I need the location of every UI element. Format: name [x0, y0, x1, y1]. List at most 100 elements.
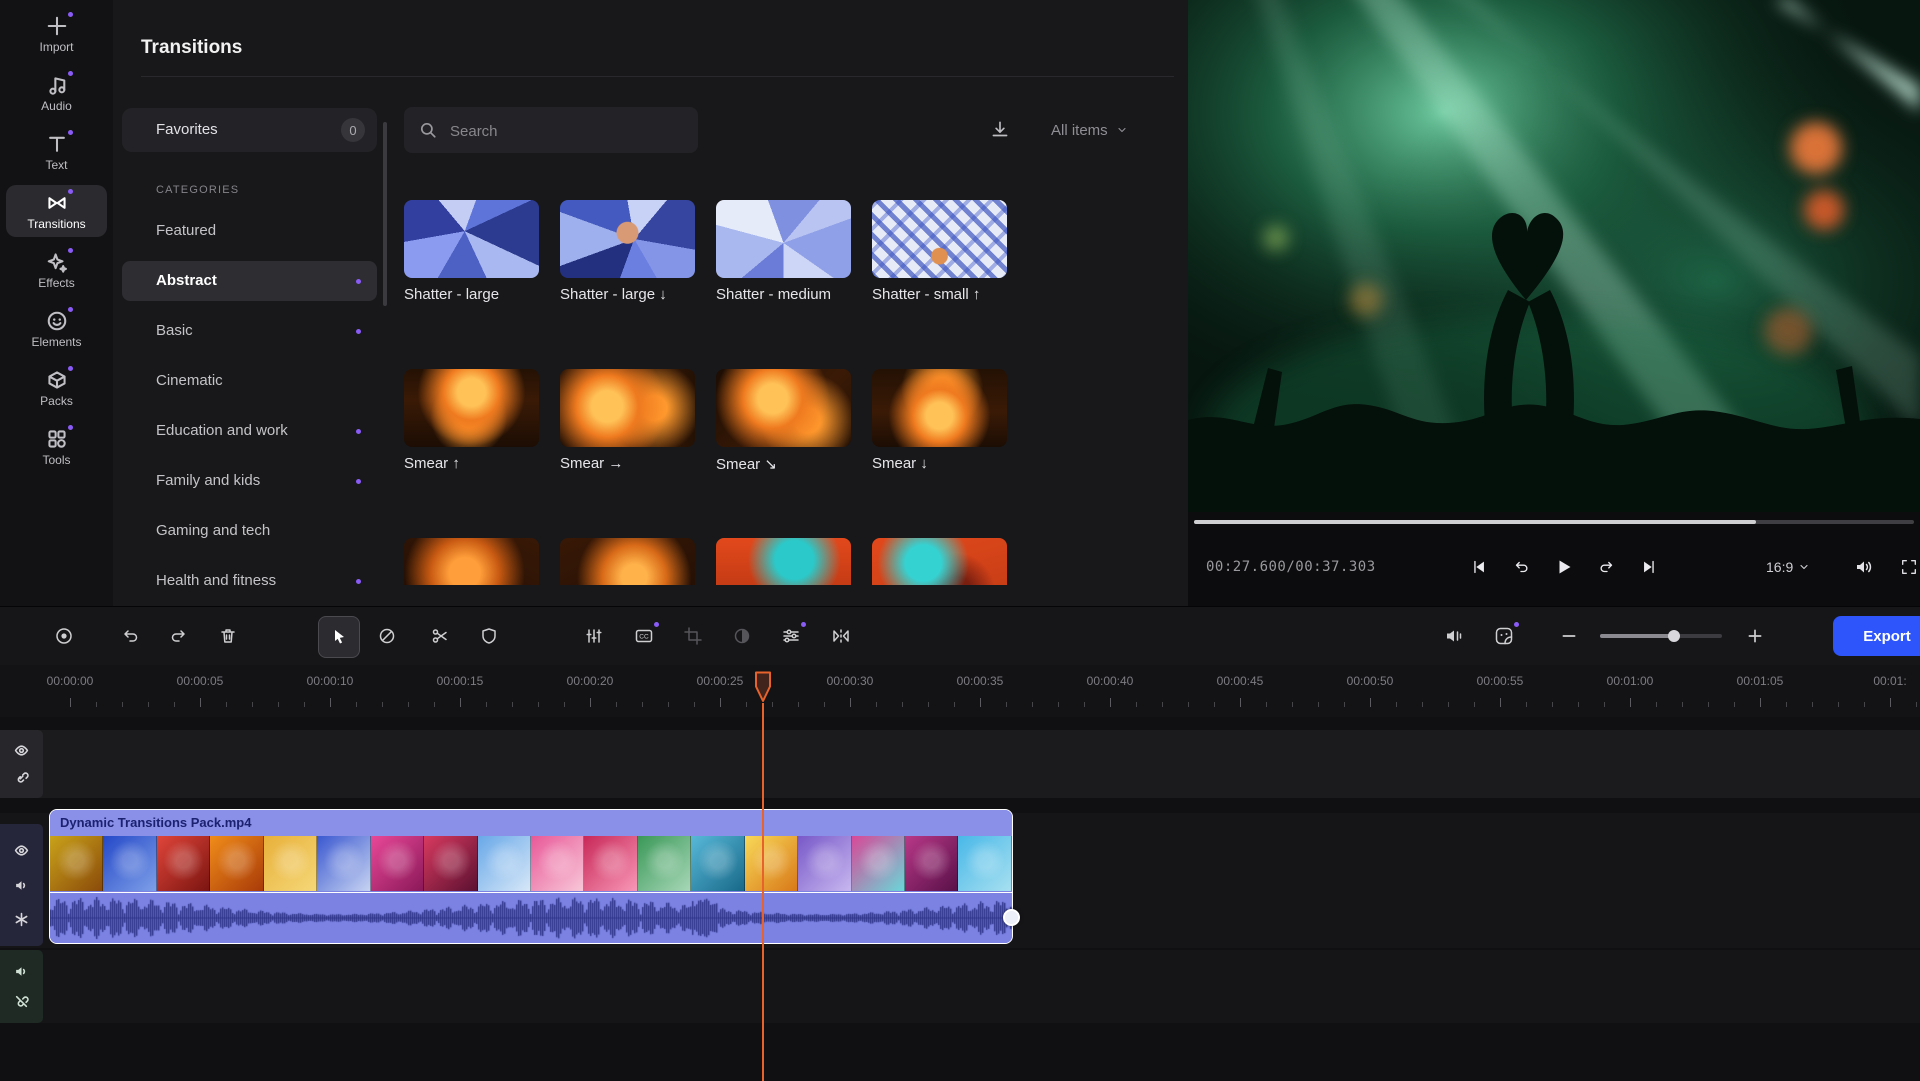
timeline-ruler[interactable]: 00:00:0000:00:0500:00:1000:00:1500:00:20… — [0, 665, 1920, 717]
transition-thumb[interactable] — [560, 369, 695, 447]
preview-controls: 00:27.600/00:37.303 16:9 — [1188, 528, 1920, 606]
export-button[interactable]: Export — [1833, 616, 1920, 656]
transition-cell: Shatter - large ↓ — [560, 200, 695, 369]
sidebar-item-transitions[interactable]: Transitions — [6, 185, 107, 237]
sidebar-item-effects[interactable]: Effects — [6, 244, 107, 296]
toggle-visibility-icon[interactable] — [14, 743, 29, 758]
search-input[interactable] — [448, 107, 688, 155]
freeze-track-icon[interactable] — [14, 912, 29, 927]
contrast-icon[interactable] — [732, 626, 752, 646]
snap-off-icon[interactable] — [377, 626, 397, 646]
transition-thumb[interactable] — [404, 369, 539, 447]
filmstrip-frame — [584, 836, 637, 891]
delete-icon[interactable] — [218, 626, 238, 646]
sidebar-item-import[interactable]: Import — [6, 8, 107, 60]
redo-icon[interactable] — [169, 626, 189, 646]
zoom-out-icon[interactable] — [1560, 627, 1578, 645]
mask-icon[interactable] — [479, 626, 499, 646]
clip-waveform[interactable] — [50, 893, 1012, 943]
category-abstract[interactable]: Abstract — [122, 261, 377, 301]
new-badge-dot — [68, 130, 73, 135]
sidebar-item-elements[interactable]: Elements — [6, 303, 107, 355]
transition-thumb[interactable] — [872, 538, 1007, 585]
transition-thumb[interactable] — [872, 369, 1007, 447]
audio-track-header — [0, 950, 43, 1023]
cursor-tool-icon[interactable] — [329, 627, 349, 647]
filmstrip-frame — [638, 836, 691, 891]
filmstrip-frame — [210, 836, 263, 891]
transition-tool-icon[interactable] — [831, 626, 851, 646]
transition-cell: Shatter - small ↑ — [872, 200, 1007, 369]
toggle-visibility-icon[interactable] — [14, 843, 29, 858]
transition-thumb[interactable] — [404, 538, 539, 585]
clip-trim-handle[interactable] — [1003, 909, 1020, 926]
ruler-label: 00:00:05 — [177, 674, 224, 688]
transition-label: Smear ↘ — [716, 455, 851, 473]
mute-track-icon[interactable] — [14, 878, 29, 893]
sidebar-item-audio[interactable]: Audio — [6, 67, 107, 119]
unlink-icon[interactable] — [14, 994, 29, 1009]
fullscreen-icon[interactable] — [1900, 558, 1918, 576]
favorites-row[interactable]: Favorites 0 — [122, 108, 377, 152]
filmstrip-frame — [371, 836, 424, 891]
audio-levels-icon[interactable] — [584, 626, 604, 646]
aspect-ratio-dropdown[interactable]: 16:9 — [1766, 559, 1810, 575]
audio-mixer-icon[interactable] — [1444, 626, 1464, 646]
category-gaming-and-tech[interactable]: Gaming and tech — [122, 511, 377, 551]
transition-thumb[interactable] — [716, 200, 851, 278]
new-badge-dot — [68, 189, 73, 194]
sidebar-item-tools[interactable]: Tools — [6, 421, 107, 473]
category-cinematic[interactable]: Cinematic — [122, 361, 377, 401]
zoom-slider-fill — [1600, 634, 1674, 638]
category-education-and-work[interactable]: Education and work — [122, 411, 377, 451]
crop-icon[interactable] — [683, 626, 703, 646]
track-lane-audio[interactable] — [0, 950, 1920, 1023]
sticker-icon[interactable] — [1494, 626, 1514, 646]
transition-thumb[interactable] — [716, 538, 851, 585]
zoom-in-icon[interactable] — [1746, 627, 1764, 645]
transition-label: Shatter - large — [404, 286, 539, 303]
video-clip[interactable]: Dynamic Transitions Pack.mp4 — [49, 809, 1013, 944]
sidebar-item-packs[interactable]: Packs — [6, 362, 107, 414]
adjust-sliders-icon[interactable] — [781, 626, 801, 646]
volume-icon[interactable] — [1854, 557, 1874, 577]
zoom-slider-knob[interactable] — [1668, 630, 1680, 642]
new-badge-dot — [68, 307, 73, 312]
transition-cell: Smear ↓ — [872, 369, 1007, 538]
step-forward-icon[interactable] — [1598, 558, 1616, 576]
transition-label: Smear ↓ — [872, 455, 1007, 472]
category-featured[interactable]: Featured — [122, 211, 377, 251]
category-family-and-kids[interactable]: Family and kids — [122, 461, 377, 501]
split-scissors-icon[interactable] — [430, 626, 450, 646]
skip-to-start-icon[interactable] — [1470, 558, 1488, 576]
mute-track-icon[interactable] — [14, 964, 29, 979]
transitions-icon — [46, 192, 68, 214]
timeline-zoom-slider[interactable] — [1600, 634, 1722, 638]
transition-thumb[interactable] — [716, 369, 851, 447]
ruler-label: 00:00:20 — [567, 674, 614, 688]
transition-thumb[interactable] — [560, 538, 695, 585]
record-icon[interactable] — [54, 626, 74, 646]
captions-icon[interactable]: CC — [634, 626, 654, 646]
category-scrollbar[interactable] — [383, 122, 387, 306]
transition-thumb[interactable] — [404, 200, 539, 278]
clip-filmstrip — [50, 836, 1012, 891]
sidebar-item-text[interactable]: Text — [6, 126, 107, 178]
all-items-dropdown[interactable]: All items — [1041, 113, 1138, 147]
preview-scrub-bar[interactable] — [1194, 520, 1914, 524]
link-icon[interactable] — [14, 770, 29, 785]
transition-thumb[interactable] — [560, 200, 695, 278]
play-icon[interactable] — [1554, 557, 1574, 577]
track-lane-text[interactable] — [0, 730, 1920, 798]
category-basic[interactable]: Basic — [122, 311, 377, 351]
filmstrip-frame — [50, 836, 103, 891]
nav-label: Text — [45, 158, 67, 172]
skip-to-end-icon[interactable] — [1640, 558, 1658, 576]
transition-thumb[interactable] — [872, 200, 1007, 278]
category-health-and-fitness[interactable]: Health and fitness — [122, 561, 377, 601]
new-badge-dot — [356, 479, 361, 484]
timeline-toolbar: CC Export — [0, 607, 1920, 666]
step-back-icon[interactable] — [1512, 558, 1530, 576]
undo-icon[interactable] — [120, 626, 140, 646]
download-icon[interactable] — [989, 119, 1011, 141]
